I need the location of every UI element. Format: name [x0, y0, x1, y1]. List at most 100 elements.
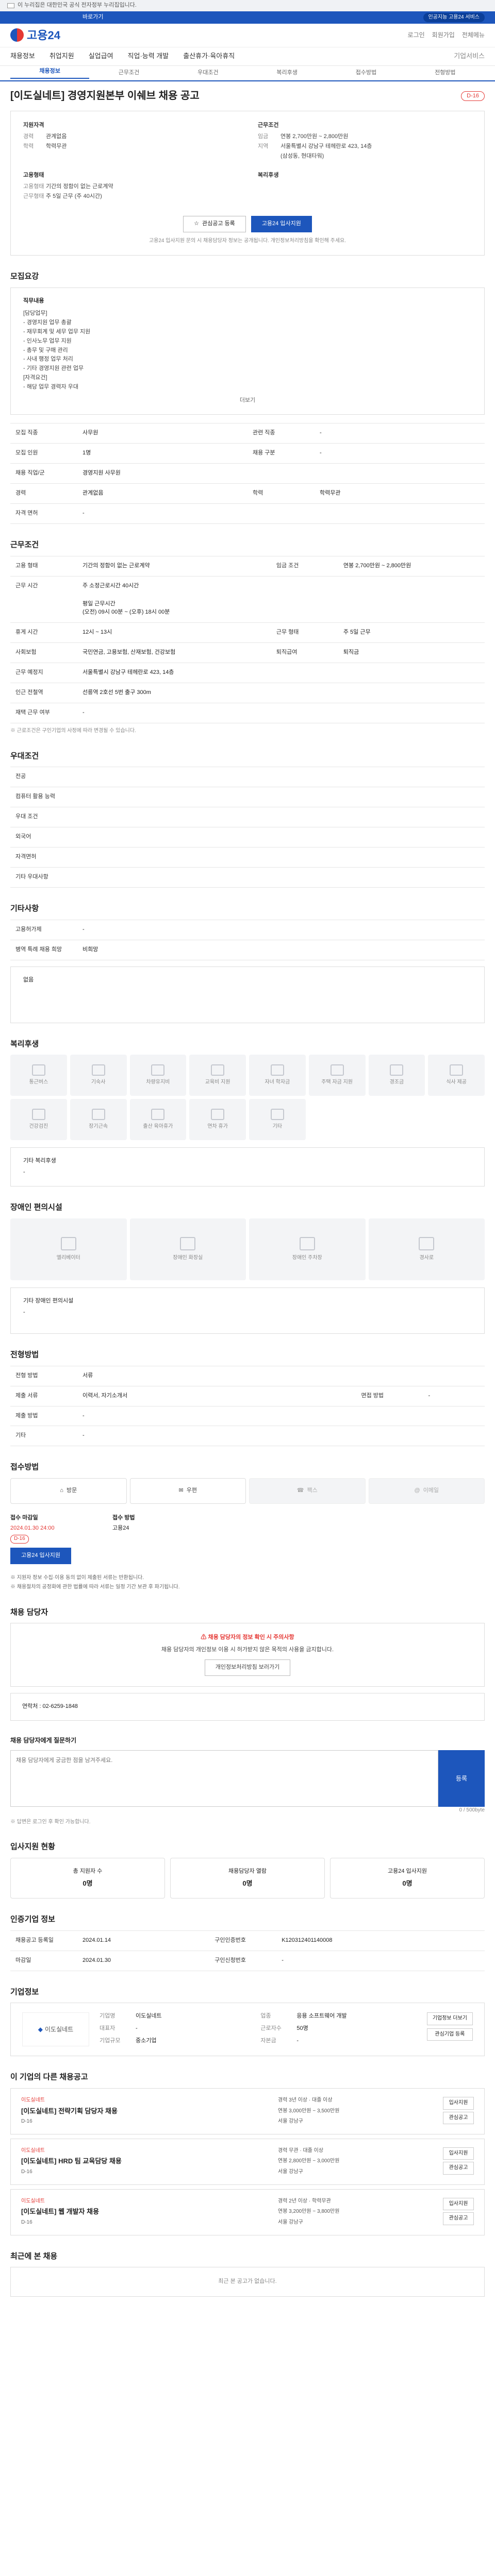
strip-mid[interactable]: 바로가기 — [82, 13, 103, 22]
more-button[interactable]: 더보기 — [23, 397, 472, 405]
header-links: 로그인 회원가입 전체메뉴 — [408, 31, 485, 40]
company-more-button[interactable]: 기업정보 더보기 — [426, 2012, 473, 2025]
job-title[interactable]: [이도실네트] 웹 개발자 채용 — [21, 2207, 278, 2217]
nav-jobs[interactable]: 채용정보 — [10, 52, 35, 61]
job-apply-button[interactable]: 입사지원 — [443, 2197, 474, 2211]
recent-section: 최근에 본 채용 최근 본 공고가 없습니다. — [0, 2251, 495, 2297]
visit-icon: ⌂ — [60, 1487, 63, 1494]
welfare-icon — [390, 1064, 404, 1076]
signup-link[interactable]: 회원가입 — [432, 31, 455, 40]
toilet-icon — [180, 1236, 196, 1250]
nav-training[interactable]: 직업·능력 개발 — [128, 52, 169, 61]
tab-welfare[interactable]: 복리후생 — [248, 69, 326, 77]
nav-employment-support[interactable]: 취업지원 — [50, 52, 74, 61]
job-scrap-button[interactable]: 관심공고 — [443, 2162, 474, 2175]
job-apply-button[interactable]: 입사지원 — [443, 2147, 474, 2160]
pref-table: 전공 컴퓨터 활용 능력 우대 조건 외국어 자격면허 기타 우대사항 — [10, 767, 485, 888]
welfare-item: 연차 휴가 — [189, 1099, 246, 1141]
login-link[interactable]: 로그인 — [408, 31, 425, 40]
welfare-icon — [211, 1109, 225, 1120]
welfare-icon — [270, 1109, 284, 1120]
pref-section: 우대조건 전공 컴퓨터 활용 능력 우대 조건 외국어 자격면허 기타 우대사항 — [0, 751, 495, 888]
tab-screening[interactable]: 전형방법 — [406, 69, 485, 77]
job-scrap-button[interactable]: 관심공고 — [443, 2111, 474, 2125]
summary-card: 지원자격 경력 관계없음 학력 학력무관 근무조건 임금 연봉 2,700만원 ~ 2… — [10, 111, 485, 256]
etc-section: 기타사항 고용허가제 - 병역 특례 채용 희망 비희망 없음 — [0, 903, 495, 1023]
welfare-item: 출산 육아휴가 — [129, 1099, 187, 1141]
welfare-item: 자녀 학자금 — [249, 1055, 306, 1096]
job-apply-button[interactable]: 입사지원 — [443, 2097, 474, 2110]
dday-badge: D-16 — [461, 91, 485, 101]
main-nav: 채용정보 취업지원 실업급여 직업·능력 개발 출산휴가·육아휴직 기업서비스 — [0, 47, 495, 66]
ai-service-pill[interactable]: 인공지능 고용24 서비스 — [423, 12, 485, 23]
job-company: 이도실네트 — [21, 2147, 45, 2154]
apply-section: 접수방법 ⌂ 방문 ✉ 우편 ☎ 팩스 @ 이메일 접수 마감일 2024.01.30 … — [0, 1462, 495, 1591]
sub-nav: 채용정보 근무조건 우대조건 복리후생 접수방법 전형방법 — [0, 66, 495, 81]
apply-notes: ※ 지원자 정보 수집·이용 동의 없이 제출된 서류는 반환됩니다. ※ 채용절… — [10, 1574, 180, 1590]
logo-mark-icon — [10, 28, 24, 42]
job-card[interactable]: 이도실네트 [이도실네트] 전략기획 담당자 채용 D-16 경력 3년 이상 · 대… — [10, 2088, 485, 2134]
job-title[interactable]: [이도실네트] HRD 팀 교육담당 채용 — [21, 2157, 278, 2166]
method-visit: ⌂ 방문 — [10, 1478, 127, 1504]
company-scrap-button[interactable]: 관심기업 등록 — [426, 2028, 473, 2041]
apply-button[interactable]: 고용24 입사지원 — [251, 215, 312, 232]
job-company: 이도실네트 — [21, 2097, 45, 2104]
etc-box: 없음 — [10, 966, 485, 1023]
job-title[interactable]: [이도실네트] 전략기획 담당자 채용 — [21, 2107, 278, 2116]
job-location: 서울 강남구 — [278, 2119, 303, 2125]
privacy-button[interactable]: 개인정보처리방침 보러가기 — [204, 1659, 291, 1676]
scrap-button[interactable]: ☆ 관심공고 등록 — [183, 215, 246, 232]
work-table: 고용 형태 기간의 정함이 없는 근로계약 임금 조건 연봉 2,700만원 ~ 2,… — [10, 555, 485, 723]
title-row: [이도실네트] 경영지원본부 이쉐브 채용 공고 D-16 — [0, 81, 495, 104]
welfare-icon — [91, 1109, 105, 1120]
info-section: 인증기업 정보 채용공고 등록일 2024.01.14 구인인증번호 K1203124… — [0, 1914, 495, 1971]
job-pay: 연봉 3,200만원 ~ 3,800만원 — [278, 2209, 340, 2215]
tab-conditions[interactable]: 근무조건 — [89, 69, 168, 77]
welfare-icon — [31, 1109, 45, 1120]
privacy-warning: ⚠ 채용 담당자의 정보 확인 시 주의사항 채용 담당자의 개인정보 이용 시… — [10, 1623, 485, 1687]
welfare-icon — [31, 1064, 45, 1076]
method-mail: ✉ 우편 — [129, 1478, 246, 1504]
logo[interactable]: 고용24 — [10, 27, 60, 44]
welfare-item: 장기근속 — [70, 1099, 127, 1141]
welfare-icon — [211, 1064, 225, 1076]
job-scrap-button[interactable]: 관심공고 — [443, 2212, 474, 2225]
apply-button-2[interactable]: 고용24 입사지원 — [10, 1547, 72, 1564]
facility-toilet: 장애인 화장실 — [129, 1218, 246, 1280]
question-input[interactable] — [10, 1750, 438, 1807]
job-card[interactable]: 이도실네트 [이도실네트] 웹 개발자 채용 D-16 경력 2년 이상 · 학력무관… — [10, 2189, 485, 2235]
contact-section: 채용 담당자 ⚠ 채용 담당자의 정보 확인 시 주의사항 채용 담당자의 개인… — [0, 1607, 495, 1721]
site-header: 고용24 로그인 회원가입 전체메뉴 — [0, 24, 495, 47]
welfare-icon — [151, 1064, 165, 1076]
all-menu-link[interactable]: 전체메뉴 — [462, 31, 485, 40]
welfare-icon — [151, 1109, 165, 1120]
summary-conditions: 근무조건 임금 연봉 2,700만원 ~ 2,800만원 지역 서울특별시 강남구 … — [258, 122, 372, 159]
tab-recruit[interactable]: 채용정보 — [10, 67, 90, 79]
job-card[interactable]: 이도실네트 [이도실네트] HRD 팀 교육담당 채용 D-16 경력 무관 · 대졸… — [10, 2138, 485, 2185]
gov-banner: 이 누리집은 대한민국 공식 전자정부 누리집입니다. — [0, 0, 495, 11]
nav-leave[interactable]: 출산휴가·육아휴직 — [183, 52, 235, 61]
stat-viewed: 채용담당자 열람 0명 — [170, 1858, 325, 1899]
recent-empty: 최근 본 공고가 없습니다. — [10, 2267, 485, 2297]
status-section: 입사지원 현황 총 지원자 수 0명 채용담당자 열람 0명 고용24 입사지원 0명 — [0, 1841, 495, 1899]
screen-table: 전형 방법 서류 제출 서류 이력서, 자기소개서 면접 방법 - 제출 방법 - 기타 - — [10, 1365, 485, 1447]
method-fax: ☎ 팩스 — [249, 1478, 366, 1504]
other-jobs-section: 이 기업의 다른 채용공고 이도실네트 [이도실네트] 전략기획 담당자 채용 D-… — [0, 2072, 495, 2235]
contact-box: 연락처 : 02-6259-1848 — [10, 1693, 485, 1721]
welfare-item: 주택 자금 지원 — [308, 1055, 366, 1096]
nav-unemployment[interactable]: 실업급여 — [89, 52, 113, 61]
welfare-item: 교육비 지원 — [189, 1055, 246, 1096]
welfare-item: 통근버스 — [10, 1055, 67, 1096]
mail-icon: ✉ — [178, 1487, 184, 1494]
welfare-item: 차량유지비 — [129, 1055, 187, 1096]
tab-preferences[interactable]: 우대조건 — [169, 69, 248, 77]
tab-apply[interactable]: 접수방법 — [326, 69, 405, 77]
question-submit-button[interactable]: 등록 — [438, 1750, 485, 1807]
summary-qualification: 지원자격 경력 관계없음 학력 학력무관 — [23, 122, 67, 149]
job-meta: 경력 3년 이상 · 대졸 이상 — [278, 2097, 333, 2104]
nav-business[interactable]: 기업서비스 — [454, 52, 485, 61]
page-title: [이도실네트] 경영지원본부 이쉐브 채용 공고 — [10, 90, 200, 101]
top-strip: 바로가기 인공지능 고용24 서비스 — [0, 11, 495, 24]
welfare-item: 경조금 — [368, 1055, 425, 1096]
duty-section: 모집요강 직무내용 [담당업무] - 경영지원 업무 총괄 - 재무회계 및 세무 … — [0, 271, 495, 524]
